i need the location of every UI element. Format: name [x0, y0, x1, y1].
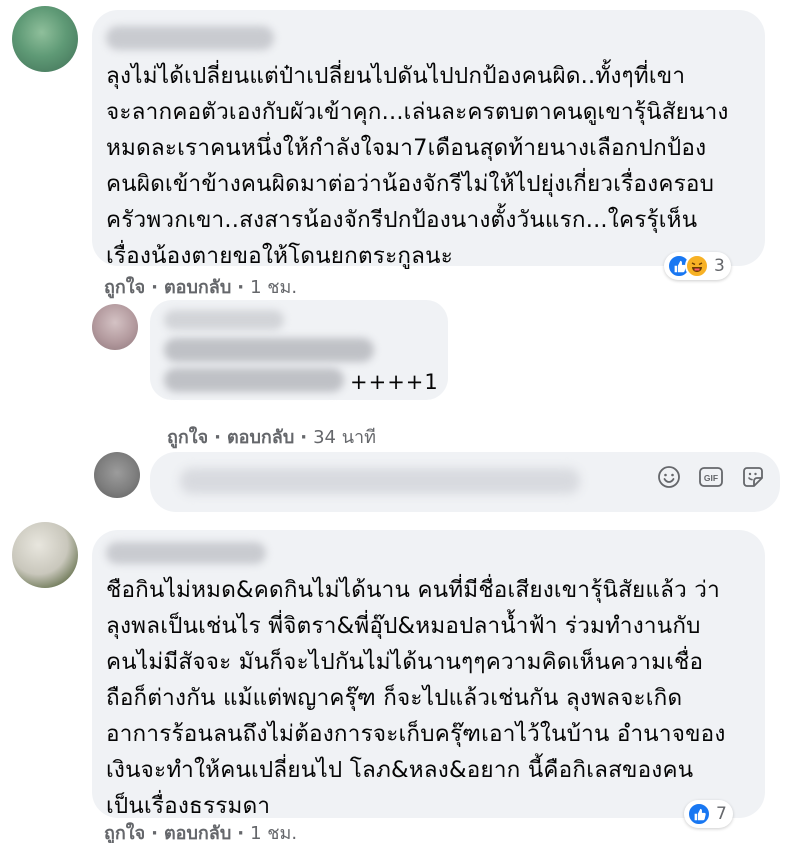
reply-link[interactable]: ตอบกลับ [227, 422, 294, 451]
replier-avatar[interactable] [92, 304, 138, 350]
current-user-avatar[interactable] [94, 452, 140, 498]
haha-reaction-icon [685, 254, 709, 278]
blurred-reply-content [164, 368, 344, 392]
composer-placeholder-blurred [180, 468, 580, 494]
reply-link[interactable]: ตอบกลับ [164, 272, 231, 301]
separator-dot: · [151, 277, 158, 298]
reply-actions: ถูกใจ · ตอบกลับ · 34 นาที [167, 422, 376, 451]
separator-dot: · [214, 427, 221, 448]
gif-icon[interactable]: GIF [698, 464, 724, 490]
like-link[interactable]: ถูกใจ [104, 272, 145, 301]
replier-name-redacted[interactable] [164, 310, 284, 330]
comment-time[interactable]: 1 ชม. [250, 818, 297, 843]
comment-actions: ถูกใจ · ตอบกลับ · 1 ชม. [104, 818, 297, 843]
reaction-count: 3 [714, 256, 725, 276]
commenter-avatar[interactable] [12, 6, 78, 72]
comment-bubble: ลุงไม่ได้เปลี่ยนแต่ป๋าเปลี่ยนไปดันไปปกป้… [92, 10, 765, 269]
emoji-icon[interactable] [656, 464, 682, 490]
commenter-avatar[interactable] [12, 522, 78, 588]
reply-time[interactable]: 34 นาที [313, 422, 376, 451]
svg-text:GIF: GIF [704, 473, 718, 483]
reply-composer[interactable]: GIF [150, 452, 780, 512]
like-link[interactable]: ถูกใจ [167, 422, 208, 451]
like-reaction-icon [687, 802, 711, 826]
separator-dot: · [237, 823, 245, 843]
separator-dot: · [151, 823, 158, 843]
sticker-icon[interactable] [740, 464, 766, 490]
comment-text: ชือกินไม่หมด&คดกินไม่ได้นาน คนที่มีชื่อเ… [106, 577, 726, 819]
reaction-count: 7 [716, 804, 727, 824]
reaction-summary[interactable]: 3 [664, 252, 731, 280]
separator-dot: · [237, 277, 245, 298]
comment-text: ลุงไม่ได้เปลี่ยนแต่ป๋าเปลี่ยนไปดันไปปกป้… [106, 63, 729, 269]
comment-time[interactable]: 1 ชม. [250, 272, 297, 301]
composer-icons: GIF [656, 464, 766, 490]
commenter-name-redacted[interactable] [106, 26, 274, 50]
separator-dot: · [300, 427, 308, 448]
reply-text: ++++1 [350, 370, 439, 394]
reaction-summary[interactable]: 7 [684, 800, 733, 828]
comment-actions: ถูกใจ · ตอบกลับ · 1 ชม. [104, 272, 297, 301]
like-link[interactable]: ถูกใจ [104, 818, 145, 843]
reply-link[interactable]: ตอบกลับ [164, 818, 231, 843]
blurred-reply-content [164, 338, 374, 362]
comment-bubble: ชือกินไม่หมด&คดกินไม่ได้นาน คนที่มีชื่อเ… [92, 530, 765, 819]
reply-bubble: ++++1 [150, 300, 448, 400]
commenter-name-redacted[interactable] [106, 542, 266, 564]
